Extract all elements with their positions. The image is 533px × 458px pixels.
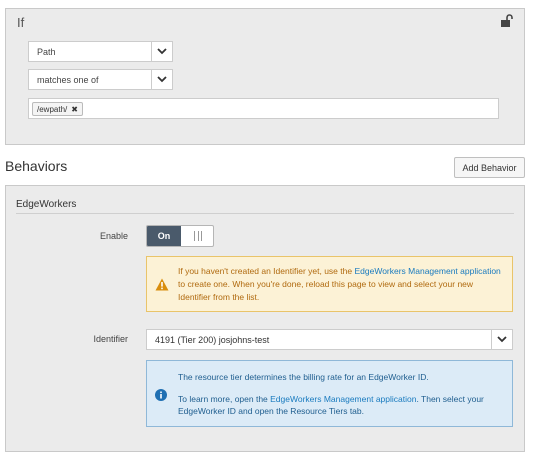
chevron-down-icon[interactable] [491, 330, 512, 349]
path-values-input[interactable]: /ewpath/ ✖ [28, 98, 499, 119]
info-text-part2a: To learn more, open the [178, 394, 271, 404]
warning-text-part1: If you haven't created an Identifier yet… [178, 266, 355, 276]
identifier-label: Identifier [93, 334, 128, 344]
chevron-down-icon[interactable] [151, 70, 172, 89]
edgeworkers-management-link-2[interactable]: EdgeWorkers Management application [270, 394, 416, 404]
edgeworkers-management-link[interactable]: EdgeWorkers Management application [354, 266, 500, 276]
if-condition-panel: If Path matches one of /ewpath/ ✖ [5, 8, 525, 145]
warning-alert: If you haven't created an Identifier yet… [146, 256, 513, 312]
remove-tag-icon[interactable]: ✖ [71, 105, 78, 114]
condition-field-select[interactable]: Path [28, 41, 173, 62]
identifier-select[interactable]: 4191 (Tier 200) josjohns-test [146, 329, 513, 350]
info-icon [155, 389, 167, 401]
condition-operator-value: matches one of [37, 75, 99, 85]
edgeworkers-behavior-panel: EdgeWorkers Enable On If you haven't cre… [5, 185, 525, 452]
add-behavior-button[interactable]: Add Behavior [454, 157, 525, 178]
if-title: If [17, 15, 25, 30]
path-value-tag: /ewpath/ ✖ [32, 102, 83, 116]
warning-text: If you haven't created an Identifier yet… [178, 265, 503, 304]
edgeworkers-title: EdgeWorkers [16, 199, 77, 210]
warning-icon [155, 278, 169, 291]
toggle-grip-icon [194, 231, 202, 241]
toggle-on-label: On [147, 226, 181, 246]
behaviors-heading: Behaviors [5, 158, 68, 174]
info-line-1: The resource tier determines the billing… [178, 372, 429, 382]
unlock-icon[interactable] [500, 14, 514, 28]
chevron-down-icon[interactable] [151, 42, 172, 61]
info-alert: The resource tier determines the billing… [146, 360, 513, 427]
path-value-text: /ewpath/ [37, 104, 68, 114]
info-text: The resource tier determines the billing… [178, 371, 503, 417]
condition-field-value: Path [37, 47, 56, 57]
warning-text-part2: to create one. When you're done, reload … [178, 279, 474, 302]
info-line-2: To learn more, open the EdgeWorkers Mana… [178, 393, 503, 417]
enable-toggle[interactable]: On [146, 225, 214, 247]
identifier-value: 4191 (Tier 200) josjohns-test [155, 335, 270, 345]
divider [16, 213, 514, 214]
condition-operator-select[interactable]: matches one of [28, 69, 173, 90]
enable-label: Enable [99, 231, 128, 241]
